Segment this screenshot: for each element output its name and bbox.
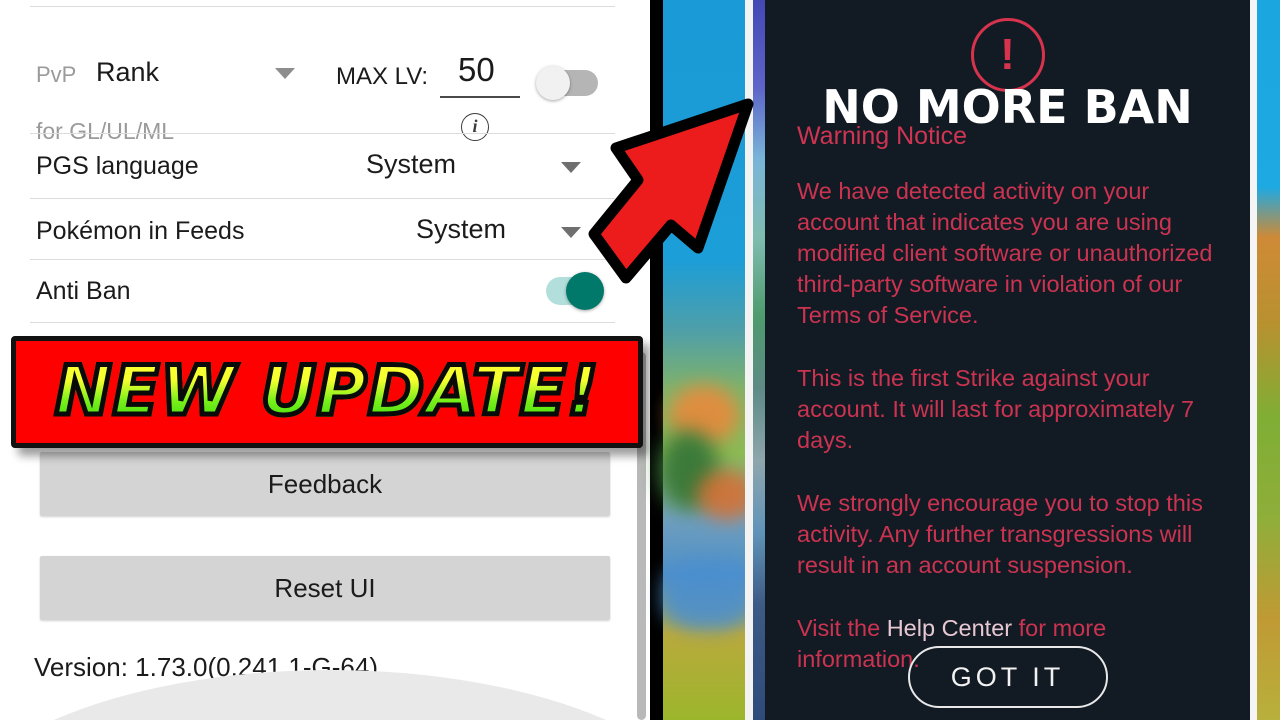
max-lv-input[interactable]: 50 xyxy=(458,51,495,89)
chevron-down-icon-pokemon-in-feeds[interactable] xyxy=(561,227,581,238)
anti-ban-label: Anti Ban xyxy=(36,277,131,305)
screenshot-stage: PvP Rank for GL/UL/ML MAX LV: 50 i PGS l… xyxy=(0,0,1280,720)
pvp-rank-value: Rank xyxy=(96,57,160,87)
game-background-strip-right xyxy=(1257,0,1280,720)
divider-4 xyxy=(30,322,615,323)
pgs-language-label: PGS language xyxy=(36,152,199,180)
warning-dialog-body: We have detected activity on your accoun… xyxy=(797,176,1227,707)
divider-strip-white-right xyxy=(1250,0,1257,720)
chevron-down-icon-pgs-language[interactable] xyxy=(561,162,581,173)
max-lv-label: MAX LV: xyxy=(336,63,429,90)
exclamation-mark: ! xyxy=(1000,30,1015,79)
new-update-banner: NEW UPDATE! xyxy=(11,336,643,448)
chevron-down-icon-pvp[interactable] xyxy=(275,68,295,79)
new-update-banner-text: NEW UPDATE! xyxy=(52,352,601,431)
no-more-ban-headline-wrap: NO MORE BAN xyxy=(765,80,1250,134)
toggle-knob-pvp xyxy=(536,66,570,100)
pokemon-in-feeds-value: System xyxy=(416,214,507,244)
pgs-language-value: System xyxy=(366,149,457,179)
settings-row-anti-ban[interactable]: Anti Ban xyxy=(0,260,615,322)
warning-paragraph-2: This is the first Strike against your ac… xyxy=(797,365,1195,453)
divider-top xyxy=(30,6,615,7)
pvp-prefix-label: PvP xyxy=(36,62,77,87)
warning-paragraph-1: We have detected activity on your accoun… xyxy=(797,178,1213,328)
warning-paragraph-3: We strongly encourage you to stop this a… xyxy=(797,490,1203,578)
settings-row-pgs-language[interactable]: PGS language System xyxy=(0,134,615,199)
footer-prefix: Visit the xyxy=(797,615,887,641)
pokemon-in-feeds-label: Pokémon in Feeds xyxy=(36,217,245,245)
settings-row-pvp-rank[interactable]: PvP Rank for GL/UL/ML MAX LV: 50 i xyxy=(0,18,615,144)
reset-ui-button[interactable]: Reset UI xyxy=(40,556,610,620)
settings-row-pokemon-in-feeds[interactable]: Pokémon in Feeds System xyxy=(0,199,615,261)
red-arrow-down-left-icon xyxy=(588,98,754,284)
help-center-link[interactable]: Help Center xyxy=(887,615,1012,641)
no-more-ban-headline: NO MORE BAN xyxy=(822,80,1193,134)
max-lv-underline xyxy=(440,96,520,98)
feedback-button[interactable]: Feedback xyxy=(40,452,610,516)
got-it-button[interactable]: GOT IT xyxy=(907,646,1108,708)
game-blob-4 xyxy=(663,560,753,630)
